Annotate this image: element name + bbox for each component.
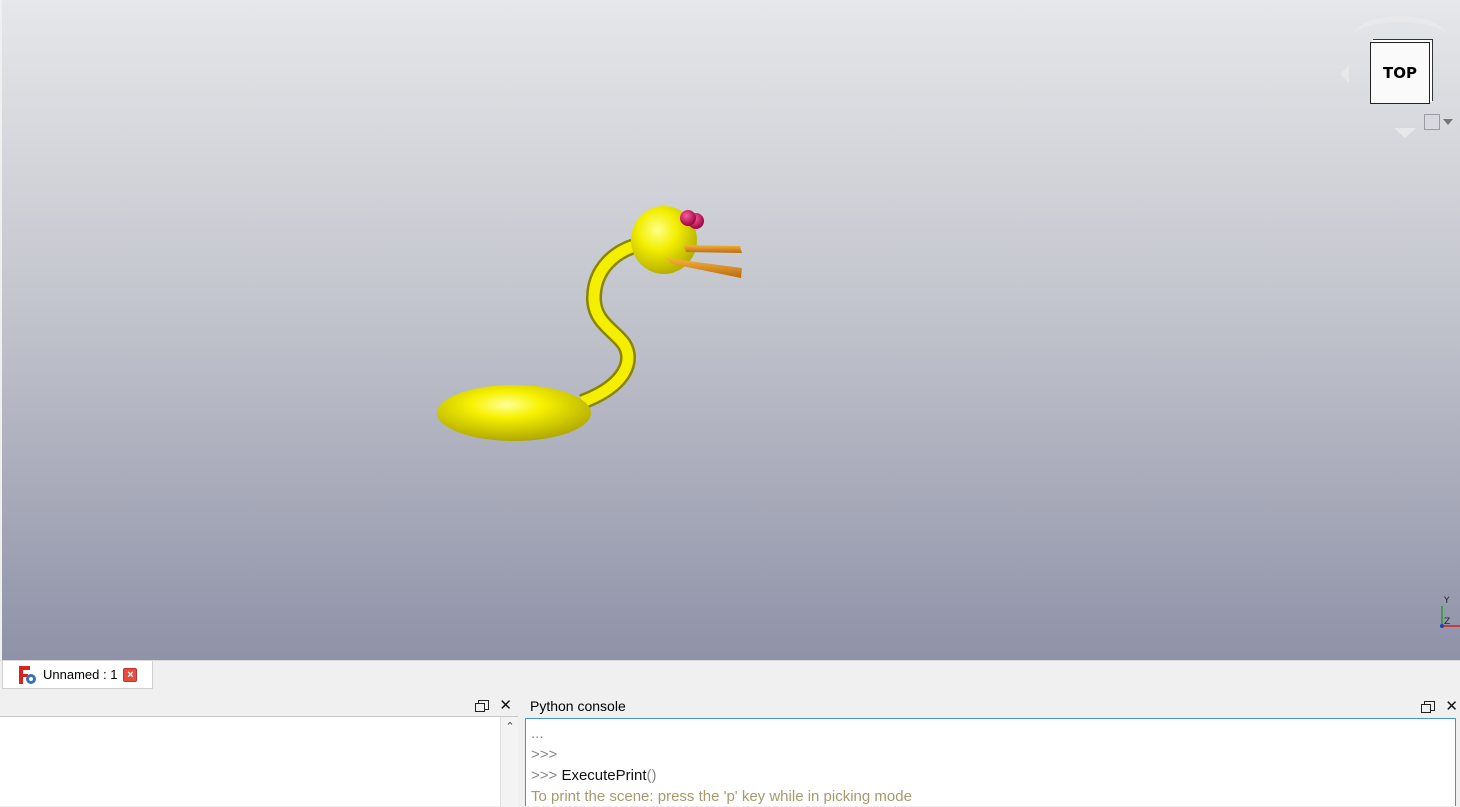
chevron-down-icon xyxy=(1443,119,1453,125)
python-console-title: Python console xyxy=(530,698,626,714)
tab-unnamed-1[interactable]: Unnamed : 1 × xyxy=(2,661,153,689)
navigation-cube[interactable]: TOP xyxy=(1338,14,1460,138)
float-panel-icon[interactable] xyxy=(1421,701,1436,713)
model-eye xyxy=(680,210,696,226)
float-panel-icon[interactable] xyxy=(475,700,490,712)
freecad-icon xyxy=(17,665,37,685)
rotate-down-arrow-icon[interactable] xyxy=(1394,128,1416,138)
model-neck xyxy=(578,236,645,410)
3d-viewport[interactable]: TOP Y Z xyxy=(2,0,1460,660)
close-tab-icon[interactable]: × xyxy=(123,667,138,682)
cube-face-label: TOP xyxy=(1383,64,1417,82)
close-icon[interactable]: ✕ xyxy=(499,698,512,713)
cube-face-top[interactable]: TOP xyxy=(1370,42,1430,104)
view-menu-button[interactable] xyxy=(1424,114,1453,130)
close-icon[interactable]: ✕ xyxy=(1445,699,1458,714)
console-output-line: To print the scene: press the 'p' key wh… xyxy=(531,788,912,805)
model-body xyxy=(437,385,591,441)
vertical-scrollbar[interactable]: ⌃ xyxy=(500,717,518,807)
console-line: >>> xyxy=(531,746,558,763)
report-panel: ✕ ⌃ xyxy=(0,694,518,807)
model-snake-duck[interactable] xyxy=(2,0,1460,660)
cube-icon xyxy=(1424,114,1440,130)
axis-cross: Y Z xyxy=(1434,596,1460,632)
chevron-up-icon[interactable]: ⌃ xyxy=(504,721,516,733)
python-console-panel: Python console ✕ ... >>> >>> ExecutePrin… xyxy=(524,694,1460,806)
report-panel-title-bar: ✕ xyxy=(0,694,518,716)
axis-y-label: Y xyxy=(1444,596,1450,606)
document-tab-bar: Unnamed : 1 × xyxy=(0,660,1460,690)
python-console-output[interactable]: ... >>> >>> ExecutePrint() To print the … xyxy=(525,718,1456,806)
model-beak-upper xyxy=(684,245,742,253)
tab-label: Unnamed : 1 xyxy=(43,667,118,682)
python-console-title-bar: Python console ✕ xyxy=(524,694,1460,718)
console-line: ... xyxy=(531,725,544,742)
report-panel-body[interactable]: ⌃ xyxy=(0,716,518,807)
rotate-left-arrow-icon[interactable] xyxy=(1340,65,1349,83)
axis-z-label: Z xyxy=(1444,617,1451,627)
console-line: >>> ExecutePrint() xyxy=(531,767,657,784)
